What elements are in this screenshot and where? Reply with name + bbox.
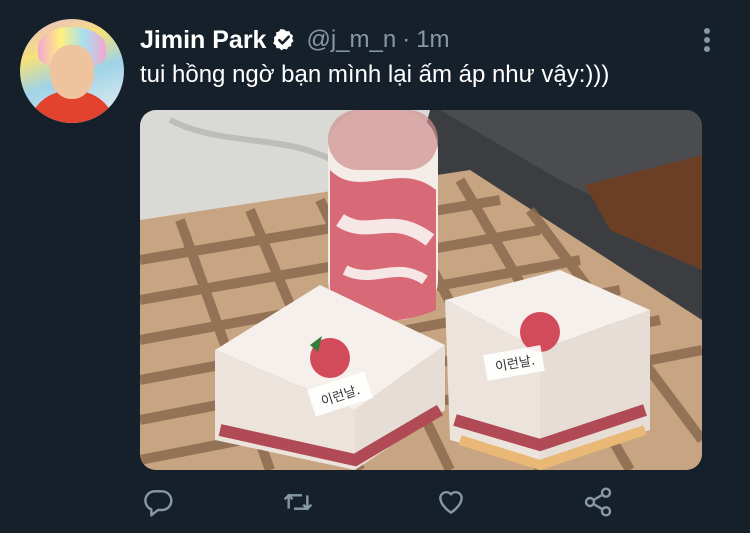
like-icon[interactable] <box>433 484 469 520</box>
tweet-header: Jimin Park @j_m_n · 1m <box>140 22 450 58</box>
tweet-photo[interactable]: 이런날. 이런날. <box>140 110 702 470</box>
author-handle[interactable]: @j_m_n <box>306 26 396 54</box>
timestamp[interactable]: 1m <box>416 26 449 54</box>
tweet-text: tui hồng ngờ bạn mình lại ấm áp như vậy:… <box>140 61 610 88</box>
dot-separator: · <box>402 26 411 53</box>
avatar[interactable] <box>20 19 124 123</box>
author-name[interactable]: Jimin Park <box>140 26 266 55</box>
reply-icon[interactable] <box>140 484 176 520</box>
retweet-icon[interactable] <box>280 484 316 520</box>
tweet-actions <box>140 484 640 524</box>
verified-icon <box>272 28 296 52</box>
tweet[interactable]: Jimin Park @j_m_n · 1m tui hồng ngờ bạn … <box>0 0 750 533</box>
avatar-face <box>50 45 94 99</box>
more-options-icon[interactable] <box>700 26 714 54</box>
share-icon[interactable] <box>580 484 616 520</box>
